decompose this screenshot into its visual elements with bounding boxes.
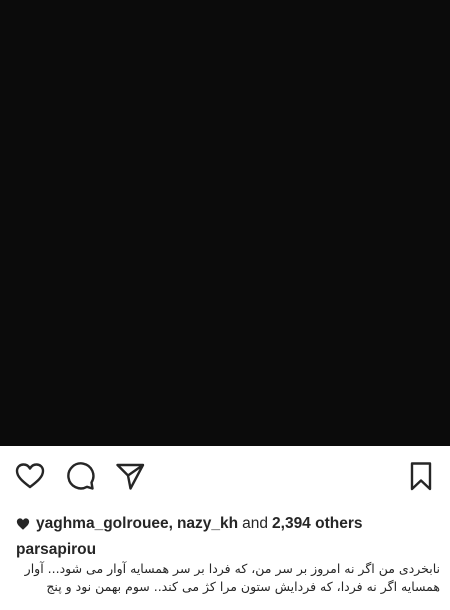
heart-outline-icon bbox=[15, 463, 45, 489]
comment-bubble-icon bbox=[67, 462, 95, 490]
likes-others-count[interactable]: 2,394 others bbox=[272, 515, 362, 533]
liker-username-2[interactable]: nazy_kh bbox=[177, 515, 238, 533]
caption-username[interactable]: parsapirou bbox=[16, 541, 96, 559]
like-button[interactable] bbox=[14, 460, 46, 492]
bookmark-icon bbox=[410, 462, 432, 491]
likes-separator: , bbox=[168, 515, 173, 532]
instagram-post: yaghma_golrouee , nazy_kh and 2,394 othe… bbox=[0, 0, 450, 610]
likes-and-text: and bbox=[242, 515, 269, 532]
caption-text: نابخردی من اگر نه امروز بر سر من، که فرد… bbox=[24, 561, 440, 594]
share-button[interactable] bbox=[114, 460, 146, 492]
paper-plane-icon bbox=[116, 463, 145, 490]
save-button[interactable] bbox=[405, 460, 437, 492]
heart-filled-icon bbox=[16, 517, 30, 531]
comment-button[interactable] bbox=[64, 460, 96, 492]
post-image[interactable] bbox=[0, 0, 450, 446]
liker-username-1[interactable]: yaghma_golrouee bbox=[36, 515, 169, 533]
action-bar bbox=[0, 446, 450, 504]
likes-summary[interactable]: yaghma_golrouee , nazy_kh and 2,394 othe… bbox=[16, 513, 362, 535]
